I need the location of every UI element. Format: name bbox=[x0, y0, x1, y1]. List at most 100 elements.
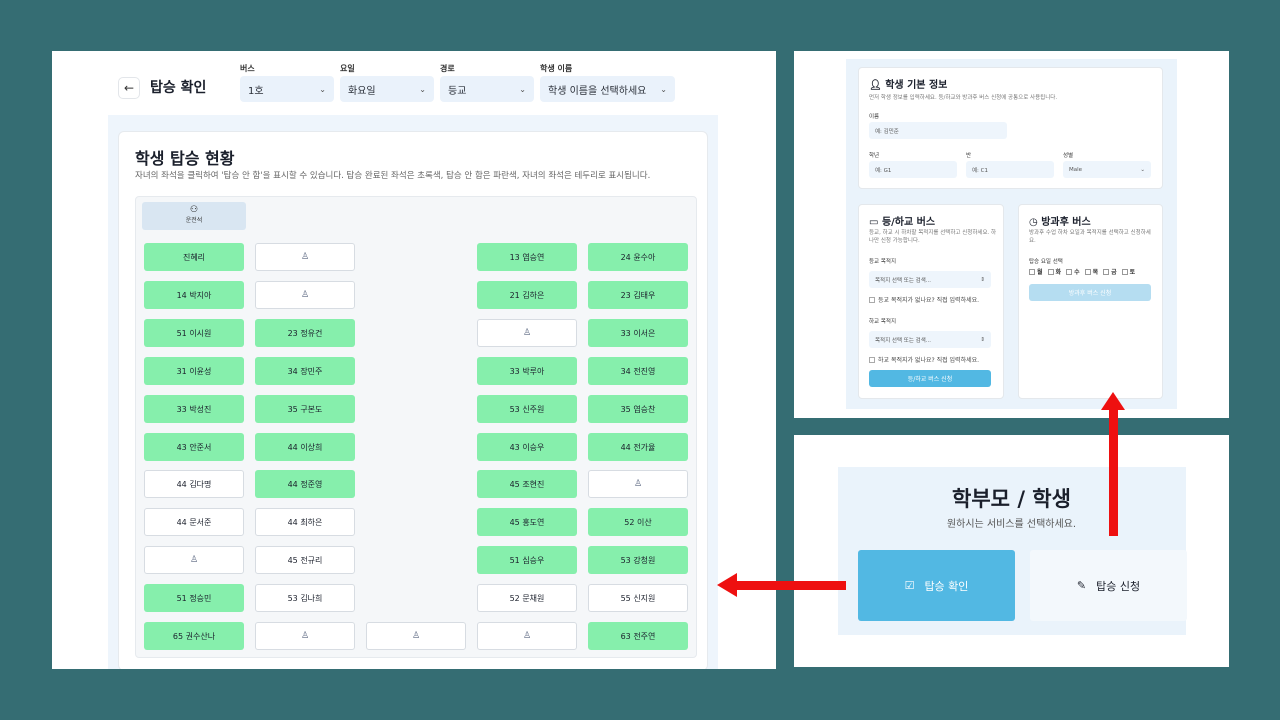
seat[interactable]: 진혜리 bbox=[144, 243, 244, 271]
day-checkbox[interactable]: 월 bbox=[1029, 267, 1043, 276]
seat[interactable]: 53 김나희 bbox=[255, 584, 355, 612]
seat[interactable]: 43 이승우 bbox=[477, 433, 577, 461]
seat[interactable]: 45 홍도연 bbox=[477, 508, 577, 536]
after-school-desc: 방과후 수업 하차 요일과 목적지를 선택하고 신청하세요. bbox=[1029, 230, 1151, 244]
seat[interactable]: 14 박지아 bbox=[144, 281, 244, 309]
seat[interactable]: 45 전규리 bbox=[255, 546, 355, 574]
day-checkbox[interactable]: 금 bbox=[1103, 267, 1117, 276]
seat-label: 52 이산 bbox=[624, 517, 652, 527]
empty-seat[interactable]: ♙ bbox=[477, 319, 577, 347]
go-manual-checkbox[interactable]: 등교 목적지가 없나요? 직접 입력하세요. bbox=[869, 295, 979, 304]
seat-label: 43 이승우 bbox=[509, 442, 545, 452]
day-checkbox[interactable]: 수 bbox=[1066, 267, 1080, 276]
seat[interactable]: 33 이서은 bbox=[588, 319, 688, 347]
empty-seat[interactable]: ♙ bbox=[255, 622, 355, 650]
arrow-to-apply-screen bbox=[1109, 408, 1118, 536]
day-tue-label: 화 bbox=[1055, 269, 1062, 276]
seat[interactable]: 44 전가율 bbox=[588, 433, 688, 461]
seat-label: 44 전가율 bbox=[620, 442, 656, 452]
person-icon: ♙ bbox=[300, 252, 310, 262]
go-destination-select[interactable]: 목적지 선택 또는 검색... ⇕ bbox=[869, 271, 991, 288]
seat[interactable]: 24 윤수아 bbox=[588, 243, 688, 271]
bus-seat-map: ⚇ 운전석 진혜리 ♙ 13 염승연 24 윤수아 14 박지아 ♙ 21 김하은 23 김태… bbox=[135, 196, 697, 658]
seat-label: 55 신지원 bbox=[620, 593, 656, 603]
seat[interactable]: 33 박루아 bbox=[477, 357, 577, 385]
empty-seat[interactable]: ♙ bbox=[366, 622, 466, 650]
person-icon: ♙ bbox=[300, 631, 310, 641]
seat[interactable]: 23 김태우 bbox=[588, 281, 688, 309]
commute-apply-button[interactable]: 등/하교 버스 신청 bbox=[869, 370, 991, 387]
seat[interactable]: 44 이상희 bbox=[255, 433, 355, 461]
empty-seat[interactable]: ♙ bbox=[255, 281, 355, 309]
seat[interactable]: 44 최하은 bbox=[255, 508, 355, 536]
seat[interactable]: 35 구본도 bbox=[255, 395, 355, 423]
seat[interactable]: 52 이산 bbox=[588, 508, 688, 536]
seat-label: 53 신주원 bbox=[509, 404, 545, 414]
seat[interactable]: 44 김다명 bbox=[144, 470, 244, 498]
boarding-apply-label: 탑승 신청 bbox=[1096, 579, 1141, 593]
user-plus-icon: 👤︎ bbox=[869, 80, 882, 91]
class-field[interactable]: 예: C1 bbox=[966, 161, 1054, 178]
seat[interactable]: 53 신주원 bbox=[477, 395, 577, 423]
seat[interactable]: 31 이윤성 bbox=[144, 357, 244, 385]
board-title: 학생 탑승 현황 bbox=[135, 149, 235, 168]
seat[interactable]: 45 조현진 bbox=[477, 470, 577, 498]
empty-seat[interactable]: ♙ bbox=[255, 243, 355, 271]
day-select[interactable]: 화요일 ⌄ bbox=[340, 76, 434, 102]
bus-select-value: 1호 bbox=[248, 85, 264, 97]
back-manual-checkbox[interactable]: 하교 목적지가 없나요? 직접 입력하세요. bbox=[869, 355, 979, 364]
day-checkbox[interactable]: 화 bbox=[1047, 267, 1062, 276]
seat[interactable]: 43 안준서 bbox=[144, 433, 244, 461]
seat-label: 53 김나희 bbox=[287, 593, 323, 603]
commute-bus-title: ▭ 등/하교 버스 bbox=[869, 213, 935, 228]
boarding-check-button[interactable]: ☑ 탑승 확인 bbox=[858, 550, 1015, 621]
seat-label: 52 문채원 bbox=[509, 593, 545, 603]
empty-seat[interactable]: ♙ bbox=[588, 470, 688, 498]
seat-label: 44 김다명 bbox=[176, 479, 212, 489]
seat-label: 35 구본도 bbox=[287, 404, 323, 414]
seat[interactable]: 51 심승우 bbox=[477, 546, 577, 574]
route-filter-label: 경로 bbox=[440, 64, 455, 73]
seat-label: 23 정유건 bbox=[287, 328, 323, 338]
seat[interactable]: 13 염승연 bbox=[477, 243, 577, 271]
bus-filter: 버스 1호 ⌄ bbox=[240, 63, 334, 102]
arrow-left-head bbox=[717, 573, 737, 597]
grade-field[interactable]: 예: G1 bbox=[869, 161, 957, 178]
name-field[interactable]: 예: 김민준 bbox=[869, 122, 1007, 139]
seat[interactable]: 34 전진영 bbox=[588, 357, 688, 385]
back-button[interactable]: ← bbox=[118, 77, 140, 99]
seat[interactable]: 44 정준영 bbox=[255, 470, 355, 498]
seat[interactable]: 21 김하은 bbox=[477, 281, 577, 309]
arrow-to-check-screen bbox=[736, 581, 846, 590]
seat[interactable]: 55 신지원 bbox=[588, 584, 688, 612]
seat[interactable]: 34 장민주 bbox=[255, 357, 355, 385]
gender-select[interactable]: Male ⌄ bbox=[1063, 161, 1151, 178]
back-destination-select[interactable]: 목적지 선택 또는 검색... ⇕ bbox=[869, 331, 991, 348]
day-checkbox[interactable]: 토 bbox=[1121, 267, 1135, 276]
go-destination-placeholder: 목적지 선택 또는 검색... bbox=[875, 277, 932, 284]
seat[interactable]: 63 전주연 bbox=[588, 622, 688, 650]
seat[interactable]: 33 박성진 bbox=[144, 395, 244, 423]
seat[interactable]: 35 염승찬 bbox=[588, 395, 688, 423]
seat[interactable]: 51 정승민 bbox=[144, 584, 244, 612]
seat[interactable]: 51 이시원 bbox=[144, 319, 244, 347]
seat-label: 51 이시원 bbox=[176, 328, 212, 338]
seat-label: 51 정승민 bbox=[176, 593, 212, 603]
route-select[interactable]: 등교 ⌄ bbox=[440, 76, 534, 102]
boarding-apply-button[interactable]: ✎ 탑승 신청 bbox=[1030, 550, 1187, 621]
seat[interactable]: 44 문서준 bbox=[144, 508, 244, 536]
seat[interactable]: 53 강청원 bbox=[588, 546, 688, 574]
empty-seat[interactable]: ♙ bbox=[477, 622, 577, 650]
seat[interactable]: 23 정유건 bbox=[255, 319, 355, 347]
student-select[interactable]: 학생 이름을 선택하세요 ⌄ bbox=[540, 76, 675, 102]
bus-select[interactable]: 1호 ⌄ bbox=[240, 76, 334, 102]
route-select-value: 등교 bbox=[448, 85, 467, 97]
seat-label: 44 정준영 bbox=[287, 479, 323, 489]
seat[interactable]: 52 문채원 bbox=[477, 584, 577, 612]
seat-label: 진혜리 bbox=[182, 252, 206, 262]
empty-seat[interactable]: ♙ bbox=[144, 546, 244, 574]
seat[interactable]: 65 권수산나 bbox=[144, 622, 244, 650]
day-checkbox[interactable]: 목 bbox=[1084, 267, 1098, 276]
after-school-apply-button[interactable]: 방과후 버스 신청 bbox=[1029, 284, 1151, 301]
arrow-left-icon: ← bbox=[123, 81, 135, 95]
